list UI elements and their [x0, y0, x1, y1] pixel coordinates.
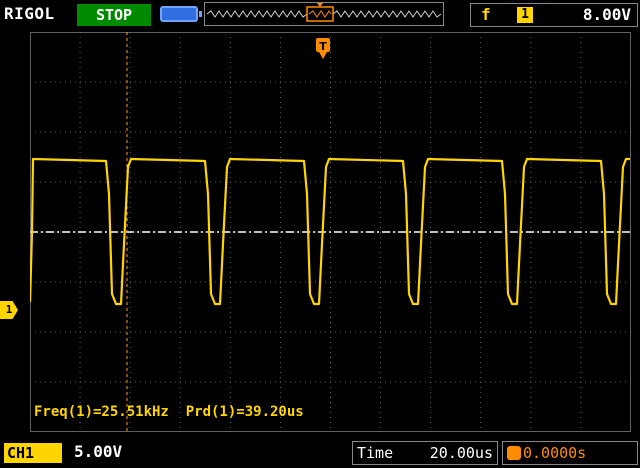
bottom-status-bar: CH1 5.00V Time 20.00us 0.0000s: [0, 438, 640, 468]
run-stop-status[interactable]: STOP: [77, 4, 151, 26]
timebase-box[interactable]: Time 20.00us: [352, 441, 498, 465]
measurement-readout: Freq(1)=25.51kHz Prd(1)=39.20us: [34, 404, 304, 420]
trigger-source-badge: 1: [517, 7, 533, 23]
waveform-display[interactable]: [30, 32, 631, 432]
timebase-scale: 20.00us: [429, 444, 493, 462]
channel-1-label[interactable]: CH1: [4, 443, 62, 463]
brand-logo: RIGOL: [4, 4, 55, 23]
trigger-offset-value: 0.0000s: [523, 444, 587, 462]
top-status-bar: RIGOL STOP f 1 8.00V: [0, 0, 640, 30]
memory-depth-bar: [204, 2, 444, 26]
trigger-level: 8.00V: [582, 5, 631, 24]
trigger-offset-box[interactable]: 0.0000s: [502, 441, 638, 465]
trigger-info[interactable]: f 1 8.00V: [470, 3, 638, 27]
trigger-marker-label: T: [319, 40, 327, 53]
battery-icon: [160, 6, 202, 22]
trigger-position-icon[interactable]: T: [316, 38, 330, 60]
timebase-label: Time: [357, 444, 394, 462]
rising-edge-icon: f: [481, 5, 491, 24]
channel-1-scale: 5.00V: [74, 442, 123, 461]
waveform-canvas: [30, 32, 631, 432]
channel-1-offset-marker[interactable]: 1: [0, 301, 18, 319]
trigger-offset-icon: [507, 446, 521, 460]
